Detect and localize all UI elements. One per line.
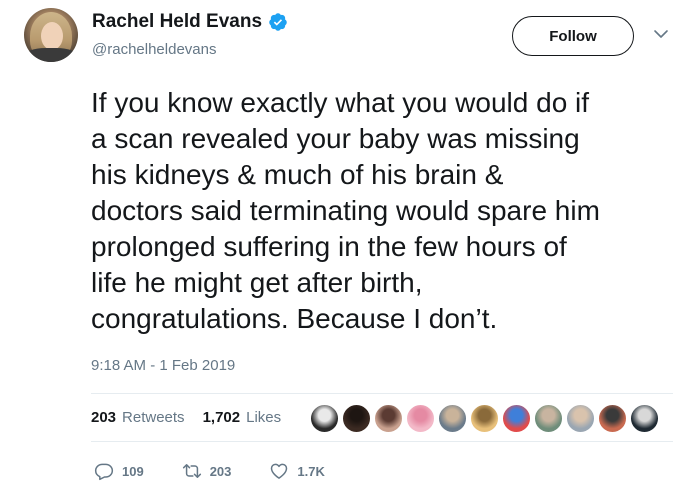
reply-icon bbox=[94, 463, 114, 481]
liker-avatar-8[interactable] bbox=[534, 404, 563, 433]
tweet-card: Rachel Held Evans @rachelheldevans Follo… bbox=[0, 0, 700, 494]
likes-count[interactable]: 1,702 bbox=[203, 409, 241, 426]
liker-avatar-7[interactable] bbox=[502, 404, 531, 433]
divider bbox=[91, 441, 673, 442]
divider bbox=[91, 393, 673, 394]
tweet-text-line: doctors said terminating would spare him bbox=[91, 195, 600, 226]
engagement-stats: 203 Retweets 1,702 Likes bbox=[91, 409, 281, 426]
retweet-count: 203 bbox=[209, 463, 232, 479]
author-handle[interactable]: @rachelheldevans bbox=[92, 41, 216, 58]
liker-avatar-10[interactable] bbox=[598, 404, 627, 433]
liker-avatar-2[interactable] bbox=[342, 404, 371, 433]
liker-avatar-3[interactable] bbox=[374, 404, 403, 433]
like-count: 1.7K bbox=[297, 463, 325, 479]
liker-avatar-4[interactable] bbox=[406, 404, 435, 433]
retweets-label[interactable]: Retweets bbox=[122, 409, 185, 426]
author-avatar[interactable] bbox=[24, 8, 78, 62]
tweet-text: If you know exactly what you would do if… bbox=[91, 85, 691, 337]
tweet-text-line: congratulations. Because I don’t. bbox=[91, 303, 498, 334]
author-name-row[interactable]: Rachel Held Evans bbox=[92, 11, 288, 33]
tweet-text-line: life he might get after birth, bbox=[91, 267, 423, 298]
retweet-icon bbox=[182, 464, 201, 478]
retweets-count[interactable]: 203 bbox=[91, 409, 116, 426]
tweet-timestamp[interactable]: 9:18 AM - 1 Feb 2019 bbox=[91, 357, 235, 374]
author-display-name[interactable]: Rachel Held Evans bbox=[92, 11, 262, 33]
retweet-button[interactable]: 203 bbox=[182, 461, 232, 481]
like-button[interactable]: 1.7K bbox=[269, 461, 325, 481]
tweet-text-line: a scan revealed your baby was missing bbox=[91, 123, 580, 154]
follow-button[interactable]: Follow bbox=[512, 16, 634, 56]
liker-avatar-11[interactable] bbox=[630, 404, 659, 433]
tweet-text-line: If you know exactly what you would do if bbox=[91, 87, 590, 118]
action-bar: 109 203 1.7K bbox=[94, 461, 363, 481]
liker-avatar-1[interactable] bbox=[310, 404, 339, 433]
likes-label[interactable]: Likes bbox=[246, 409, 281, 426]
chevron-down-icon[interactable] bbox=[653, 28, 669, 40]
verified-badge-icon bbox=[269, 13, 287, 31]
liker-avatar-5[interactable] bbox=[438, 404, 467, 433]
liker-avatars bbox=[310, 404, 659, 433]
reply-count: 109 bbox=[122, 463, 144, 479]
liker-avatar-9[interactable] bbox=[566, 404, 595, 433]
reply-button[interactable]: 109 bbox=[94, 461, 144, 481]
tweet-text-line: his kidneys & much of his brain & bbox=[91, 159, 504, 190]
heart-icon bbox=[271, 463, 288, 479]
tweet-text-line: prolonged suffering in the few hours of bbox=[91, 231, 567, 262]
liker-avatar-6[interactable] bbox=[470, 404, 499, 433]
